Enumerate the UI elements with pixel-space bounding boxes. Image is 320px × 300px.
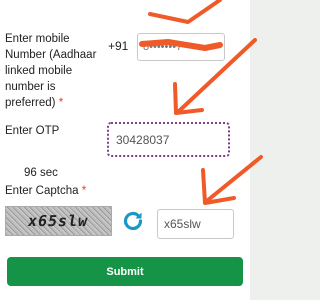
required-marker: * xyxy=(58,97,64,109)
refresh-icon[interactable] xyxy=(121,209,145,233)
otp-form-card: Enter mobile Number (Aadhaar linked mobi… xyxy=(0,0,250,300)
mobile-number-input[interactable]: 8•••••••7 xyxy=(137,33,225,61)
otp-value: 30428037 xyxy=(116,133,170,147)
captcha-label-text: Enter Captcha xyxy=(5,185,79,197)
mobile-number-label-text: Enter mobile Number (Aadhaar linked mobi… xyxy=(5,33,97,109)
captcha-image: x65slw xyxy=(5,206,112,236)
mobile-number-label: Enter mobile Number (Aadhaar linked mobi… xyxy=(5,31,101,111)
mobile-number-value: 8•••••••7 xyxy=(143,41,183,53)
required-marker: * xyxy=(81,185,87,197)
otp-countdown-timer: 96 sec xyxy=(24,167,58,179)
submit-button[interactable]: Submit xyxy=(7,257,243,286)
captcha-input[interactable]: x65slw xyxy=(157,209,234,239)
country-code-prefix: +91 xyxy=(108,39,129,53)
captcha-image-text: x65slw xyxy=(26,212,91,230)
otp-input[interactable]: 30428037 xyxy=(107,122,230,157)
otp-label: Enter OTP xyxy=(5,125,60,137)
captcha-input-value: x65slw xyxy=(164,217,201,231)
captcha-label: Enter Captcha * xyxy=(5,183,86,199)
